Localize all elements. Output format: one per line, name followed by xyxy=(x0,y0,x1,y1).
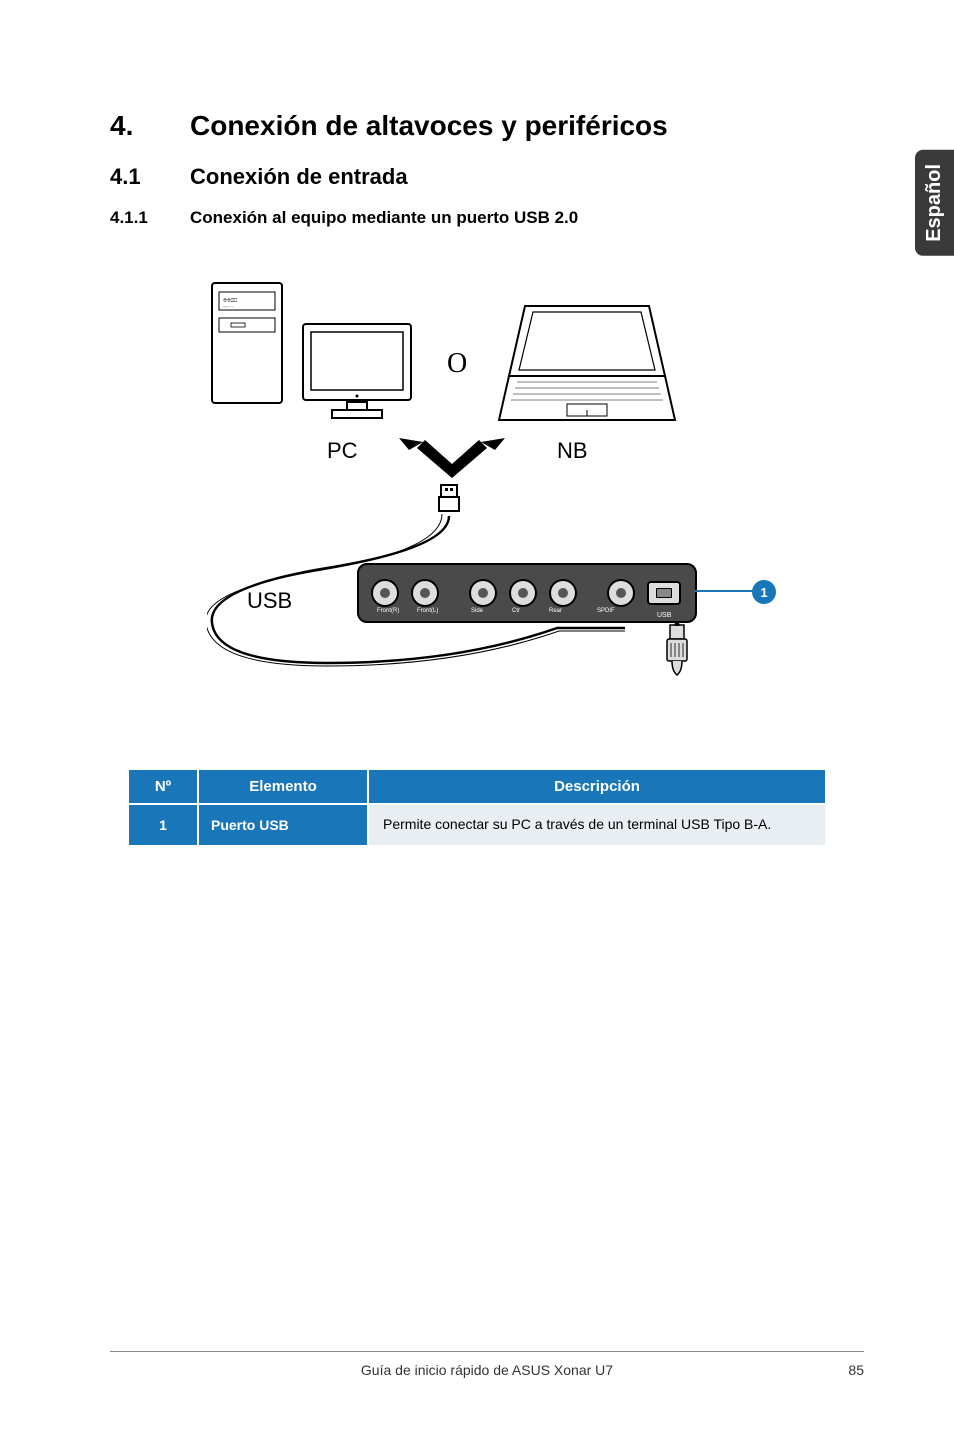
cell-desc: Permite conectar su PC a través de un te… xyxy=(368,804,826,846)
heading3-text: Conexión al equipo mediante un puerto US… xyxy=(190,208,578,228)
port-table: Nº Elemento Descripción 1 Puerto USB Per… xyxy=(127,768,827,847)
section-heading-4: 4. Conexión de altavoces y periféricos xyxy=(110,110,844,142)
port-label-usb: USB xyxy=(657,612,671,619)
jack-ctr xyxy=(509,579,537,607)
port-label-front-r: Front(R) xyxy=(377,608,399,614)
th-no: Nº xyxy=(128,769,198,804)
section-heading-4-1: 4.1 Conexión de entrada xyxy=(110,164,844,190)
cell-no: 1 xyxy=(128,804,198,846)
nb-label: NB xyxy=(557,438,588,464)
heading1-number: 4. xyxy=(110,110,190,142)
port-label-side: Side xyxy=(471,608,483,614)
usb-label: USB xyxy=(247,588,292,614)
jack-front-l xyxy=(411,579,439,607)
page-number: 85 xyxy=(824,1362,864,1378)
section-heading-4-1-1: 4.1.1 Conexión al equipo mediante un pue… xyxy=(110,208,844,228)
footer-title: Guía de inicio rápido de ASUS Xonar U7 xyxy=(150,1362,824,1378)
page-content: 4. Conexión de altavoces y periféricos 4… xyxy=(0,0,954,847)
pc-label: PC xyxy=(327,438,358,464)
arrows-icon xyxy=(397,438,507,488)
usb-port xyxy=(647,581,681,605)
or-label: O xyxy=(447,348,467,380)
callout-badge-1: 1 xyxy=(752,580,776,604)
language-side-tab: Español xyxy=(915,150,954,256)
port-label-rear: Rear xyxy=(549,608,562,614)
th-item: Elemento xyxy=(198,769,368,804)
port-label-ctr: Ctr xyxy=(512,608,520,614)
heading3-number: 4.1.1 xyxy=(110,208,190,228)
laptop-icon xyxy=(497,298,677,428)
connection-diagram: ⎊⎊⍁⎕ ◦◦◦◦ ◦ ◦ O PC NB xyxy=(167,258,787,728)
jack-front-r xyxy=(371,579,399,607)
usb-plug-icon xyxy=(662,623,692,678)
svg-text:◦◦◦◦ ◦ ◦: ◦◦◦◦ ◦ ◦ xyxy=(223,304,234,309)
heading2-number: 4.1 xyxy=(110,164,190,190)
device-rear-panel xyxy=(357,563,697,623)
heading1-text: Conexión de altavoces y periféricos xyxy=(190,110,668,142)
th-desc: Descripción xyxy=(368,769,826,804)
table-row: 1 Puerto USB Permite conectar su PC a tr… xyxy=(128,804,826,846)
port-label-spdif: SPDIF xyxy=(597,608,615,614)
port-label-front-l: Front(L) xyxy=(417,608,438,614)
callout-line xyxy=(695,590,755,592)
heading2-text: Conexión de entrada xyxy=(190,164,408,190)
pc-tower-icon: ⎊⎊⍁⎕ ◦◦◦◦ ◦ ◦ xyxy=(207,278,287,408)
jack-rear xyxy=(549,579,577,607)
cell-item: Puerto USB xyxy=(198,804,368,846)
jack-side xyxy=(469,579,497,607)
jack-spdif xyxy=(607,579,635,607)
page-footer: Guía de inicio rápido de ASUS Xonar U7 8… xyxy=(110,1351,864,1378)
monitor-icon xyxy=(297,318,417,428)
